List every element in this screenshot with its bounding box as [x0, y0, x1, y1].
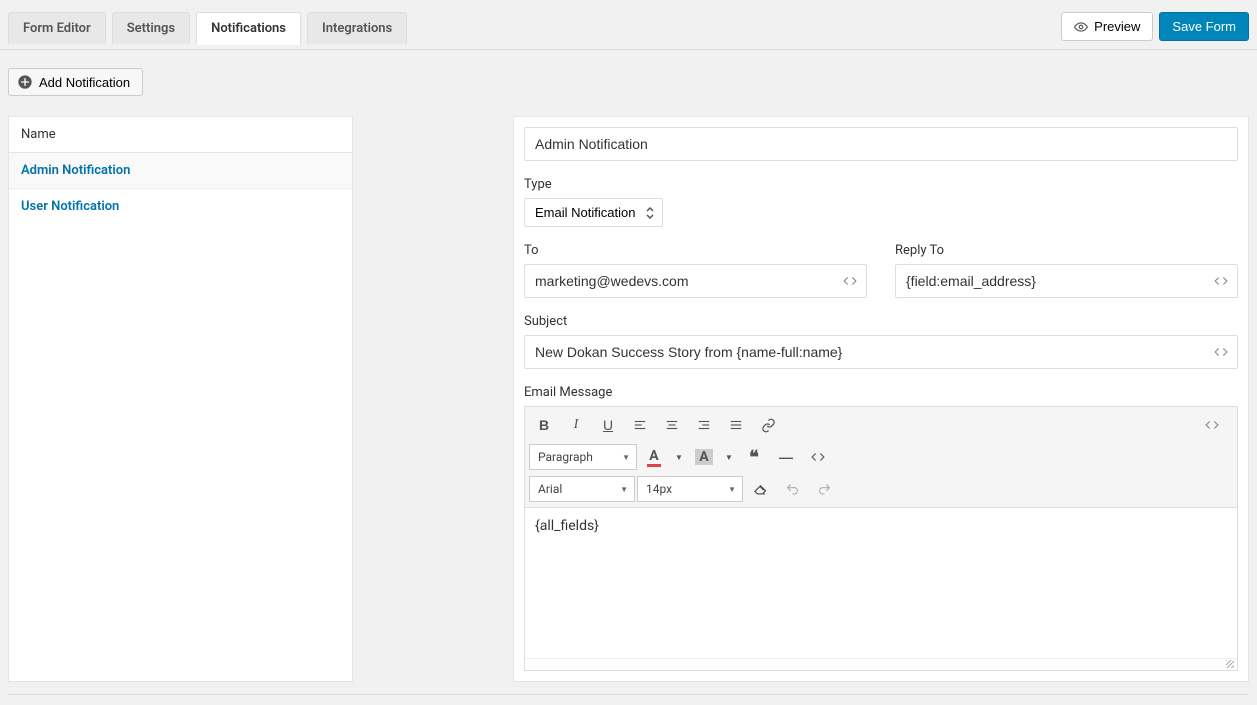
- code-icon: [811, 450, 825, 464]
- plus-circle-icon: [17, 74, 33, 90]
- editor-merge-tag-button[interactable]: [1205, 413, 1231, 437]
- align-left-button[interactable]: [625, 411, 655, 439]
- underline-button[interactable]: U: [593, 411, 623, 439]
- notification-editor: Type Email Notification To: [513, 116, 1249, 682]
- notifications-sidebar: Name Admin Notification User Notificatio…: [8, 116, 353, 682]
- to-replyto-row: To Reply To: [524, 243, 1238, 298]
- subject-label: Subject: [524, 314, 1238, 329]
- tab-notifications[interactable]: Notifications: [196, 12, 301, 44]
- align-justify-button[interactable]: [721, 411, 751, 439]
- text-color-button[interactable]: A: [639, 443, 669, 471]
- type-label: Type: [524, 177, 1238, 192]
- code-button[interactable]: [803, 443, 833, 471]
- preview-label: Preview: [1094, 19, 1140, 34]
- eye-icon: [1074, 20, 1088, 34]
- sidebar-item-user-notification[interactable]: User Notification: [9, 189, 352, 224]
- format-select-value: Paragraph: [538, 450, 593, 464]
- add-notification-button[interactable]: Add Notification: [8, 68, 143, 96]
- text-color-icon: A: [647, 448, 660, 467]
- tabs: Form Editor Settings Notifications Integ…: [8, 12, 407, 44]
- notification-title-input[interactable]: [524, 127, 1238, 161]
- type-select[interactable]: Email Notification: [525, 199, 662, 226]
- code-icon: [1214, 274, 1228, 288]
- code-icon: [1205, 418, 1231, 432]
- highlight-button[interactable]: A: [689, 443, 719, 471]
- sidebar-item-admin-notification[interactable]: Admin Notification: [9, 153, 352, 189]
- toolbar-row-1: B I U: [529, 411, 1233, 439]
- replyto-input[interactable]: [895, 264, 1238, 298]
- align-justify-icon: [729, 418, 743, 432]
- top-actions: Preview Save Form: [1061, 12, 1249, 49]
- chevron-down-icon: ▼: [622, 453, 630, 462]
- replyto-merge-tag-button[interactable]: [1208, 269, 1234, 293]
- subject-input[interactable]: [524, 335, 1238, 369]
- chevron-down-icon: ▼: [725, 453, 733, 462]
- italic-button[interactable]: I: [561, 411, 591, 439]
- resize-handle[interactable]: [525, 658, 1237, 670]
- link-icon: [761, 418, 776, 433]
- add-notification-label: Add Notification: [39, 75, 130, 90]
- top-bar: Form Editor Settings Notifications Integ…: [0, 0, 1257, 50]
- message-editor[interactable]: {all_fields}: [525, 508, 1237, 658]
- tab-form-editor[interactable]: Form Editor: [8, 12, 106, 44]
- format-select[interactable]: Paragraph ▼: [529, 444, 637, 470]
- highlight-dropdown[interactable]: ▼: [721, 443, 737, 471]
- tab-integrations[interactable]: Integrations: [307, 12, 407, 44]
- redo-icon: [817, 482, 832, 497]
- to-merge-tag-button[interactable]: [837, 269, 863, 293]
- clear-format-button[interactable]: [745, 475, 775, 503]
- divider: [8, 694, 1249, 695]
- content: Add Notification Name Admin Notification…: [0, 50, 1257, 703]
- font-select[interactable]: Arial ▼: [529, 476, 635, 502]
- columns: Name Admin Notification User Notificatio…: [8, 116, 1249, 682]
- replyto-label: Reply To: [895, 243, 1238, 258]
- redo-button[interactable]: [809, 475, 839, 503]
- code-icon: [843, 274, 857, 288]
- editor-toolbar: B I U Paragraph ▼ A: [525, 407, 1237, 508]
- undo-icon: [785, 482, 800, 497]
- align-center-icon: [665, 418, 679, 432]
- chevron-down-icon: ▼: [728, 485, 736, 494]
- link-button[interactable]: [753, 411, 783, 439]
- undo-button[interactable]: [777, 475, 807, 503]
- tab-settings[interactable]: Settings: [112, 12, 190, 44]
- text-color-dropdown[interactable]: ▼: [671, 443, 687, 471]
- chevron-down-icon: ▼: [620, 485, 628, 494]
- align-left-icon: [633, 418, 647, 432]
- to-label: To: [524, 243, 867, 258]
- toolbar-row-2: Paragraph ▼ A ▼ A ▼ ❝ —: [529, 443, 1233, 471]
- font-select-value: Arial: [538, 482, 562, 496]
- save-form-button[interactable]: Save Form: [1159, 12, 1249, 41]
- align-center-button[interactable]: [657, 411, 687, 439]
- toolbar-row-3: Arial ▼ 14px ▼: [529, 475, 1233, 503]
- align-right-button[interactable]: [689, 411, 719, 439]
- hr-button[interactable]: —: [771, 443, 801, 471]
- message-label: Email Message: [524, 385, 1238, 400]
- type-select-wrap[interactable]: Email Notification: [524, 198, 663, 227]
- size-select[interactable]: 14px ▼: [637, 476, 743, 502]
- hr-icon: —: [779, 449, 793, 465]
- preview-button[interactable]: Preview: [1061, 12, 1153, 41]
- size-select-value: 14px: [646, 482, 672, 496]
- code-icon: [1214, 345, 1228, 359]
- rich-text-editor: B I U Paragraph ▼ A: [524, 406, 1238, 671]
- chevron-down-icon: ▼: [675, 453, 683, 462]
- to-input[interactable]: [524, 264, 867, 298]
- quote-button[interactable]: ❝: [739, 443, 769, 471]
- sidebar-header: Name: [9, 117, 352, 153]
- highlight-icon: A: [695, 449, 712, 465]
- align-right-icon: [697, 418, 711, 432]
- subject-merge-tag-button[interactable]: [1208, 340, 1234, 364]
- bold-button[interactable]: B: [529, 411, 559, 439]
- quote-icon: ❝: [749, 447, 759, 468]
- eraser-icon: [753, 482, 768, 497]
